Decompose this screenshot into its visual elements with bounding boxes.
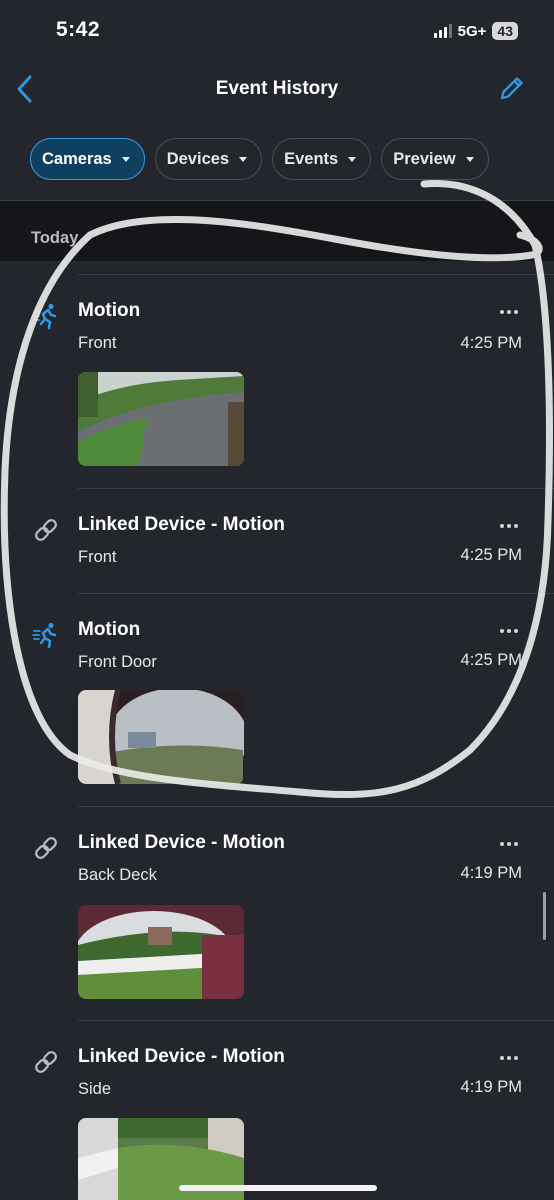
more-options-icon[interactable] bbox=[500, 840, 520, 848]
pencil-icon bbox=[500, 77, 523, 100]
nav-bar: Event History bbox=[0, 62, 554, 118]
signal-icon bbox=[433, 24, 452, 38]
motion-runner-icon bbox=[32, 303, 57, 330]
thumbnail-image bbox=[78, 690, 244, 784]
more-options-icon[interactable] bbox=[500, 522, 520, 530]
more-options-icon[interactable] bbox=[500, 627, 520, 635]
caret-down-icon bbox=[348, 156, 357, 162]
section-label: Today bbox=[31, 229, 79, 247]
event-time: 4:25 PM bbox=[460, 334, 522, 352]
event-time: 4:25 PM bbox=[460, 546, 522, 564]
page-title: Event History bbox=[215, 78, 339, 99]
event-title: Motion bbox=[78, 300, 141, 321]
filter-chip-preview[interactable]: Preview bbox=[381, 138, 489, 180]
home-indicator[interactable] bbox=[179, 1185, 377, 1191]
more-options-icon[interactable] bbox=[500, 308, 520, 316]
event-title: Motion bbox=[78, 619, 141, 640]
caret-down-icon bbox=[465, 156, 474, 162]
event-device: Side bbox=[78, 1080, 112, 1098]
motion-runner-icon bbox=[32, 622, 57, 649]
event-item[interactable]: Motion Front 4:25 PM bbox=[0, 274, 554, 488]
filter-chip-devices[interactable]: Devices bbox=[154, 138, 263, 180]
event-device: Front Door bbox=[78, 653, 157, 671]
battery-icon: 43 bbox=[492, 22, 518, 40]
event-item[interactable]: Linked Device - Motion Side 4:19 PM bbox=[0, 1020, 554, 1200]
event-time: 4:19 PM bbox=[460, 864, 522, 882]
filter-chip-cameras[interactable]: Cameras bbox=[30, 138, 145, 180]
event-title: Linked Device - Motion bbox=[78, 832, 285, 853]
link-icon bbox=[35, 837, 57, 859]
more-options-icon[interactable] bbox=[500, 1054, 520, 1062]
event-device: Back Deck bbox=[78, 866, 157, 884]
filter-chip-label: Cameras bbox=[42, 149, 112, 168]
caret-down-icon bbox=[239, 156, 248, 162]
status-indicators: 5G+ 43 bbox=[433, 22, 518, 40]
link-icon bbox=[35, 1051, 57, 1073]
status-time: 5:42 bbox=[56, 18, 101, 41]
link-icon bbox=[35, 519, 57, 541]
filter-chip-label: Devices bbox=[166, 149, 230, 168]
thumbnail-image bbox=[78, 372, 244, 466]
section-header-today: Today bbox=[0, 201, 554, 261]
event-item[interactable]: Motion Front Door 4:25 PM bbox=[0, 593, 554, 806]
event-thumbnail[interactable] bbox=[78, 905, 244, 999]
filter-chip-events[interactable]: Events bbox=[272, 138, 372, 180]
event-item[interactable]: Linked Device - Motion Back Deck 4:19 PM bbox=[0, 806, 554, 1020]
event-device: Front bbox=[78, 334, 117, 352]
event-item[interactable]: Linked Device - Motion Front 4:25 PM bbox=[0, 488, 554, 593]
status-bar: 5:42 5G+ 43 bbox=[0, 0, 554, 60]
event-time: 4:25 PM bbox=[460, 651, 522, 669]
event-title: Linked Device - Motion bbox=[78, 1046, 285, 1067]
filter-chip-label: Events bbox=[284, 149, 339, 168]
thumbnail-image bbox=[78, 905, 244, 999]
event-thumbnail[interactable] bbox=[78, 372, 244, 466]
edit-button[interactable] bbox=[496, 74, 526, 104]
event-device: Front bbox=[78, 548, 117, 566]
caret-down-icon bbox=[121, 156, 130, 162]
filter-chip-label: Preview bbox=[393, 149, 456, 168]
scroll-indicator[interactable] bbox=[543, 892, 546, 940]
event-time: 4:19 PM bbox=[460, 1078, 522, 1096]
event-title: Linked Device - Motion bbox=[78, 514, 285, 535]
filter-bar: Cameras Devices Events Preview bbox=[30, 138, 489, 180]
network-label: 5G+ bbox=[457, 22, 487, 40]
event-thumbnail[interactable] bbox=[78, 690, 244, 784]
